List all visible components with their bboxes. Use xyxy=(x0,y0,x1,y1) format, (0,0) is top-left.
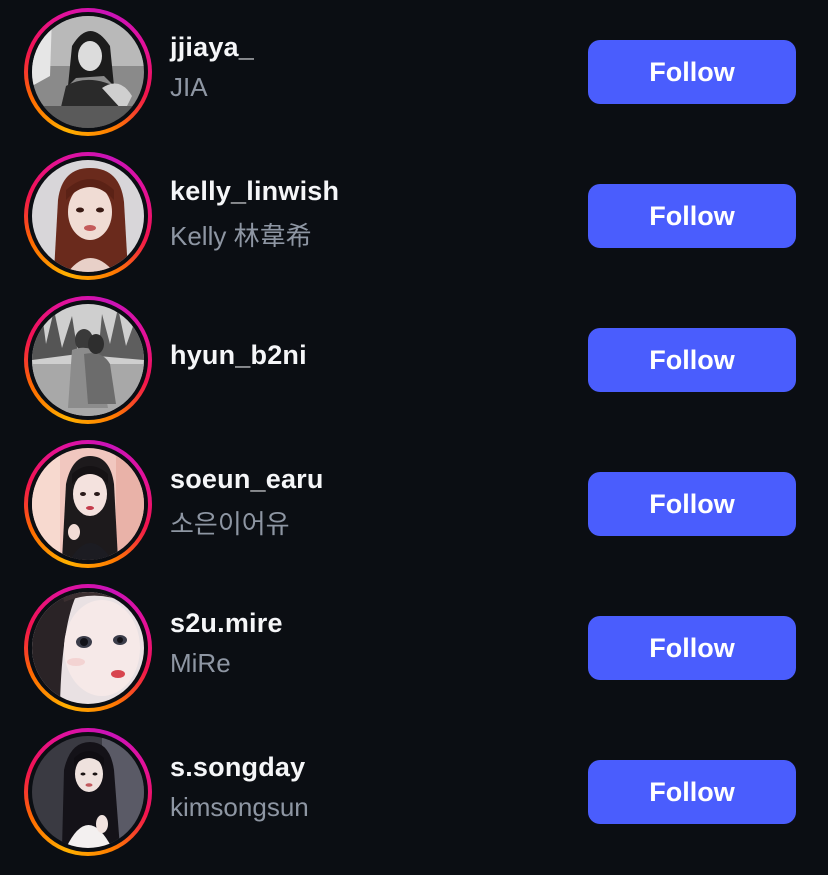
follow-button[interactable]: Follow xyxy=(588,184,796,248)
username[interactable]: soeun_earu xyxy=(170,464,324,495)
username[interactable]: jjiaya_ xyxy=(170,32,254,63)
story-ring[interactable] xyxy=(24,728,152,856)
account-row[interactable]: soeun_earu 소은이어유 Follow xyxy=(0,432,828,576)
full-name: kimsongsun xyxy=(170,792,309,822)
avatar[interactable] xyxy=(32,448,144,560)
story-ring[interactable] xyxy=(24,440,152,568)
account-row[interactable]: s.songday kimsongsun Follow xyxy=(0,720,828,864)
follow-button[interactable]: Follow xyxy=(588,472,796,536)
avatar[interactable] xyxy=(32,160,144,272)
story-ring[interactable] xyxy=(24,296,152,424)
follow-button[interactable]: Follow xyxy=(588,616,796,680)
avatar[interactable] xyxy=(32,592,144,704)
avatar[interactable] xyxy=(32,736,144,848)
full-name: JIA xyxy=(170,72,208,102)
account-row[interactable]: jjiaya_ JIA Follow xyxy=(0,0,828,144)
follow-button[interactable]: Follow xyxy=(588,40,796,104)
username[interactable]: kelly_linwish xyxy=(170,176,339,207)
story-ring[interactable] xyxy=(24,8,152,136)
username[interactable]: hyun_b2ni xyxy=(170,340,307,371)
account-row[interactable]: s2u.mire MiRe Follow xyxy=(0,576,828,720)
full-name: Kelly 林韋希 xyxy=(170,221,312,251)
avatar[interactable] xyxy=(32,304,144,416)
story-ring[interactable] xyxy=(24,152,152,280)
username[interactable]: s.songday xyxy=(170,752,305,783)
story-ring[interactable] xyxy=(24,584,152,712)
username[interactable]: s2u.mire xyxy=(170,608,283,639)
full-name: 소은이어유 xyxy=(170,509,290,539)
account-row[interactable]: hyun_b2ni Follow xyxy=(0,288,828,432)
avatar[interactable] xyxy=(32,16,144,128)
follow-button[interactable]: Follow xyxy=(588,328,796,392)
follow-button[interactable]: Follow xyxy=(588,760,796,824)
full-name: MiRe xyxy=(170,648,231,678)
account-row[interactable]: kelly_linwish Kelly 林韋希 Follow xyxy=(0,144,828,288)
